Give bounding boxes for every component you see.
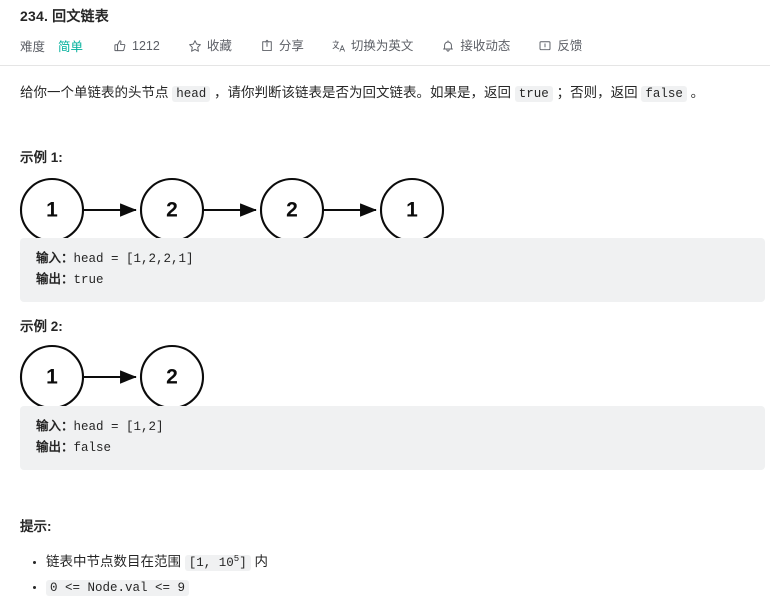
share-icon	[260, 39, 274, 53]
hint-prefix: 链表中节点数目在范围	[46, 554, 185, 570]
translate-label: 切换为英文	[350, 38, 414, 53]
hints-title: 提示:	[20, 519, 52, 534]
desc-code-head: head	[172, 86, 211, 102]
share-button[interactable]: 分享	[260, 38, 304, 54]
feedback-button[interactable]: 反馈	[538, 38, 582, 54]
hint-item: 链表中节点数目在范围 [1, 105] 内	[46, 549, 746, 573]
example-2-code-block: 输入：head = [1,2] 输出：false	[20, 406, 765, 470]
list-node-value: 2	[166, 366, 178, 389]
hint-code: [1, 105]	[184, 554, 251, 572]
subscribe-button[interactable]: 接收动态	[441, 38, 510, 54]
thumbs-up-icon	[113, 39, 127, 53]
hint-code-head: [1, 10	[188, 556, 234, 571]
example-1-input-label: 输入：	[36, 251, 74, 265]
example-2-output-value: false	[73, 441, 112, 455]
hint-suffix: 内	[250, 554, 268, 570]
desc-code-true: true	[514, 86, 553, 102]
share-label: 分享	[278, 38, 304, 53]
example-1-code-block: 输入：head = [1,2,2,1] 输出：true	[20, 238, 765, 302]
hints-list: 链表中节点数目在范围 [1, 105] 内 0 <= Node.val <= 9	[20, 549, 746, 602]
feedback-label: 反馈	[557, 38, 583, 53]
example-1-input-value: head = [1,2,2,1]	[73, 252, 194, 266]
translate-button[interactable]: 切换为英文	[332, 38, 414, 54]
page-title: 234. 回文链表	[20, 8, 109, 24]
list-node-value: 2	[166, 199, 178, 222]
example-2-input-value: head = [1,2]	[73, 420, 164, 434]
list-node: 2	[139, 177, 205, 243]
like-count: 1212	[132, 38, 160, 53]
difficulty-label: 难度	[20, 40, 46, 54]
list-node-value: 1	[46, 199, 58, 222]
favorite-button[interactable]: 收藏	[188, 38, 232, 54]
list-node: 2	[259, 177, 325, 243]
header-divider	[0, 65, 770, 66]
example-2-linked-list-diagram: 1 2	[19, 344, 205, 410]
list-node: 1	[19, 177, 85, 243]
example-1-output-label: 输出：	[36, 272, 74, 286]
example-1-label: 示例 1:	[20, 150, 63, 165]
desc-part-3: ；否则，返回	[552, 85, 642, 100]
hint-code-tail: ]	[239, 556, 247, 571]
desc-part-4: 。	[686, 85, 705, 100]
problem-toolbar: 难度 简单 1212 收藏 分享 切换为英文 接收动态 反馈	[20, 36, 582, 55]
translate-icon	[332, 39, 346, 53]
bell-icon	[441, 39, 455, 53]
list-node: 2	[139, 344, 205, 410]
example-2-label: 示例 2:	[20, 319, 63, 334]
difficulty-value: 简单	[58, 40, 84, 54]
hint-item: 0 <= Node.val <= 9	[46, 577, 746, 598]
list-node-value: 1	[406, 199, 418, 222]
list-node: 1	[379, 177, 445, 243]
difficulty-badge: 难度 简单	[20, 36, 83, 55]
like-button[interactable]: 1212	[113, 38, 160, 54]
problem-page: 234. 回文链表 难度 简单 1212 收藏 分享 切换为英文 接收动态 反馈…	[0, 0, 777, 597]
desc-part-2: ，请你判断该链表是否为回文链表。如果是，返回	[210, 85, 515, 100]
star-icon	[188, 39, 202, 53]
example-2-input-label: 输入：	[36, 419, 74, 433]
example-1-linked-list-diagram: 1 2 2 1	[19, 177, 445, 243]
problem-description: 给你一个单链表的头节点 head ，请你判断该链表是否为回文链表。如果是，返回 …	[20, 82, 765, 105]
desc-code-false: false	[641, 86, 687, 102]
example-2-output-label: 输出：	[36, 440, 74, 454]
subscribe-label: 接收动态	[460, 38, 511, 53]
example-1-output-value: true	[73, 273, 104, 287]
list-node-value: 1	[46, 366, 58, 389]
desc-part-1: 给你一个单链表的头节点	[20, 85, 173, 100]
comment-icon	[538, 39, 552, 53]
list-node: 1	[19, 344, 85, 410]
list-node-value: 2	[286, 199, 298, 222]
favorite-label: 收藏	[206, 38, 232, 53]
